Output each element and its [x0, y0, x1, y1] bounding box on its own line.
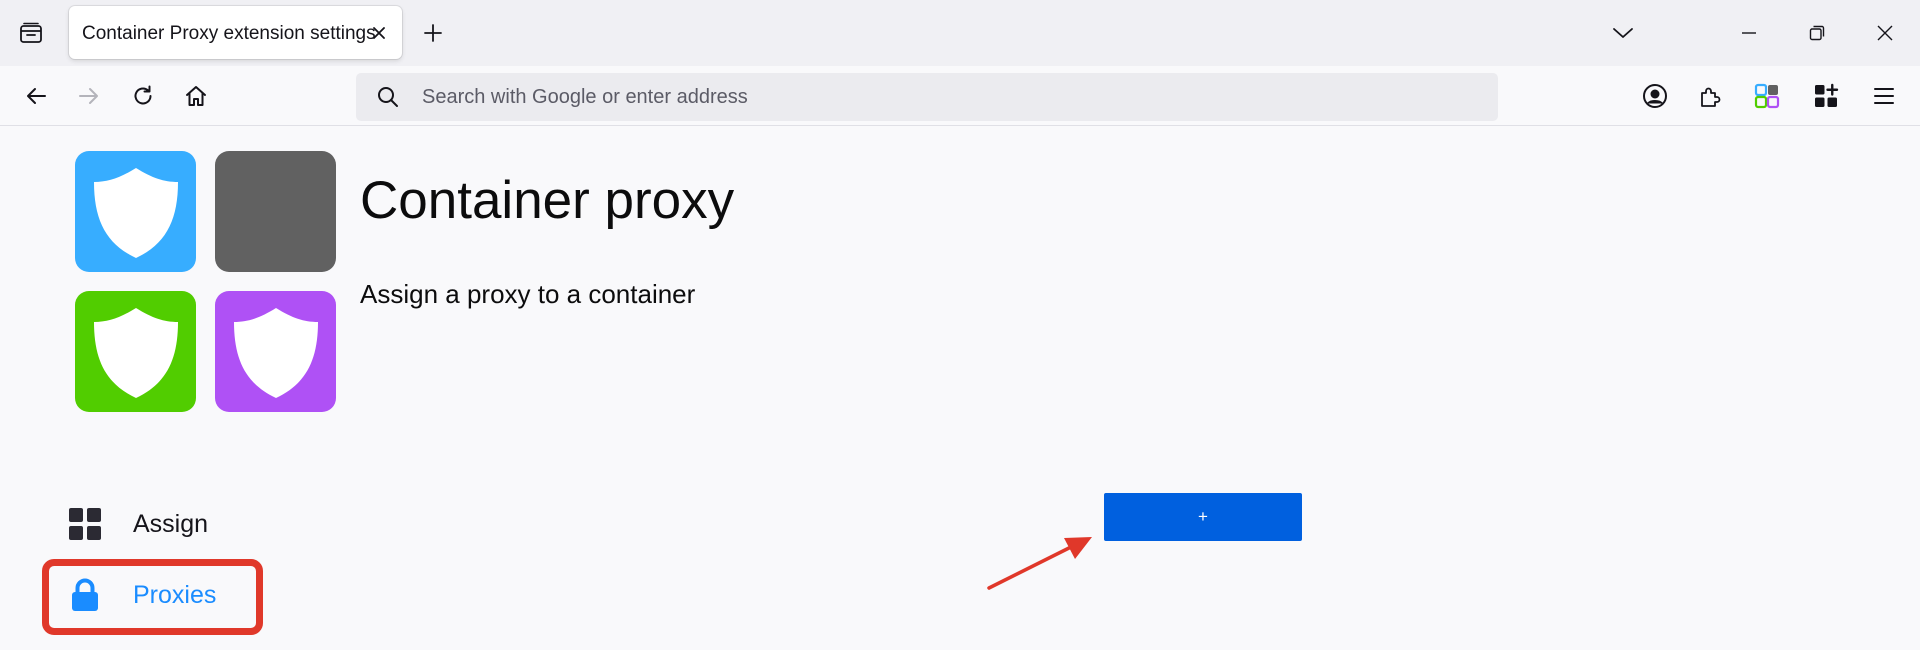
container-proxy-icon	[1754, 83, 1780, 109]
logo-tile-gray	[215, 151, 336, 272]
hamburger-menu-icon	[1874, 88, 1894, 104]
search-icon	[378, 87, 398, 107]
sidebar-item-label: Assign	[133, 509, 209, 538]
grid-plus-icon	[1815, 83, 1839, 107]
tab-list-icon	[20, 22, 42, 43]
back-button[interactable]	[18, 78, 54, 114]
tab-overflow-button[interactable]	[1606, 18, 1640, 48]
arrow-left-icon	[27, 88, 46, 104]
addons-grid-button[interactable]	[1808, 78, 1844, 114]
logo-tile-purple	[215, 291, 336, 412]
shield-icon	[93, 167, 178, 258]
annotation-arrow	[987, 537, 1092, 590]
restore-button[interactable]	[1800, 18, 1834, 48]
account-button[interactable]	[1637, 78, 1673, 114]
app-menu-button[interactable]	[1866, 78, 1902, 114]
chevron-down-icon	[1613, 28, 1633, 38]
tab-close-button[interactable]	[368, 22, 390, 44]
reload-icon	[134, 85, 152, 105]
address-input[interactable]	[422, 73, 1482, 121]
close-icon	[373, 27, 385, 39]
add-proxy-button[interactable]: +	[1104, 493, 1302, 541]
logo-tile-green	[75, 291, 196, 412]
forward-button[interactable]	[71, 78, 107, 114]
navigation-toolbar	[0, 66, 1920, 126]
plus-icon	[424, 24, 442, 42]
container-proxy-extension-button[interactable]	[1749, 78, 1785, 114]
account-icon	[1643, 84, 1667, 108]
extensions-button[interactable]	[1692, 78, 1728, 114]
tab-title: Container Proxy extension settings	[82, 23, 376, 44]
reload-button[interactable]	[125, 78, 161, 114]
close-window-icon	[1877, 25, 1893, 41]
close-window-button[interactable]	[1868, 18, 1902, 48]
address-bar[interactable]	[356, 73, 1498, 121]
shield-icon	[233, 307, 318, 398]
shield-icon	[93, 307, 178, 398]
home-button[interactable]	[178, 78, 214, 114]
page-subtitle: Assign a proxy to a container	[360, 279, 696, 309]
list-all-tabs-button[interactable]	[14, 18, 48, 48]
page-title: Container proxy	[360, 171, 735, 230]
home-icon	[186, 86, 206, 106]
new-tab-button[interactable]	[418, 18, 448, 48]
puzzle-icon	[1701, 87, 1721, 107]
grid-icon	[69, 508, 101, 540]
sidebar-item-assign[interactable]: Assign	[68, 499, 208, 549]
arrow-right-icon	[79, 88, 98, 104]
logo-tile-blue	[75, 151, 196, 272]
annotation-highlight-box	[42, 559, 263, 635]
restore-icon	[1809, 25, 1825, 41]
minimize-button[interactable]	[1732, 18, 1766, 48]
tab-extension-settings[interactable]: Container Proxy extension settings	[69, 6, 402, 59]
tab-strip: Container Proxy extension settings	[0, 0, 1920, 66]
minimize-icon	[1742, 32, 1756, 34]
